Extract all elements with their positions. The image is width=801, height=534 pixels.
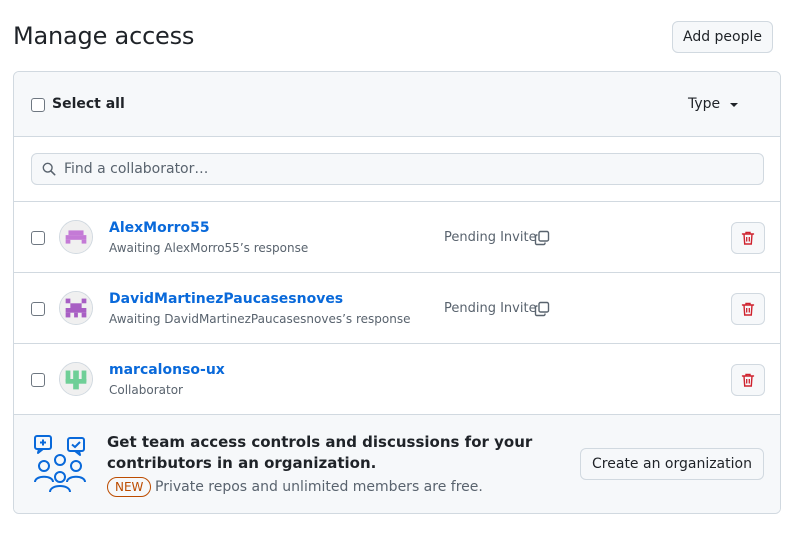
- avatar: [59, 291, 93, 325]
- remove-member-button[interactable]: [731, 293, 765, 325]
- page-title: Manage access: [13, 22, 195, 50]
- member-checkbox[interactable]: [31, 231, 45, 245]
- member-subtitle: Awaiting AlexMorro55’s response: [109, 241, 309, 255]
- remove-member-button[interactable]: [731, 222, 765, 254]
- member-username-link[interactable]: DavidMartinezPaucasesnoves: [109, 291, 343, 307]
- trash-icon: [741, 373, 755, 387]
- access-panel: Select all Type AlexMorro55 A: [13, 71, 781, 514]
- member-row: AlexMorro55 Awaiting AlexMorro55’s respo…: [14, 202, 780, 273]
- member-row: DavidMartinezPaucasesnoves Awaiting Davi…: [14, 273, 780, 344]
- people-discussion-illustration: [34, 435, 86, 493]
- search-input[interactable]: [64, 154, 754, 184]
- avatar: [59, 220, 93, 254]
- panel-header: Select all Type: [14, 72, 780, 137]
- select-all-checkbox[interactable]: [31, 98, 45, 112]
- member-subtitle: Awaiting DavidMartinezPaucasesnoves’s re…: [109, 312, 411, 326]
- remove-member-button[interactable]: [731, 364, 765, 396]
- member-subtitle: Collaborator: [109, 383, 183, 397]
- promo-title: Get team access controls and discussions…: [107, 433, 533, 472]
- member-checkbox[interactable]: [31, 302, 45, 316]
- create-organization-button[interactable]: Create an organization: [580, 448, 764, 480]
- member-username-link[interactable]: marcalonso-ux: [109, 362, 225, 378]
- type-filter-label: Type: [688, 96, 721, 112]
- avatar: [59, 362, 93, 396]
- copy-icon[interactable]: [534, 301, 550, 317]
- member-username-link[interactable]: AlexMorro55: [109, 220, 210, 236]
- organization-promo: Get team access controls and discussions…: [14, 415, 780, 513]
- search-icon: [42, 162, 56, 176]
- copy-icon[interactable]: [534, 230, 550, 246]
- search-row: [14, 137, 780, 202]
- add-people-button[interactable]: Add people: [672, 21, 773, 53]
- type-filter-dropdown[interactable]: Type: [688, 96, 739, 112]
- trash-icon: [741, 231, 755, 245]
- promo-note: Private repos and unlimited members are …: [155, 479, 483, 495]
- trash-icon: [741, 302, 755, 316]
- member-row: marcalonso-ux Collaborator: [14, 344, 780, 415]
- pending-invite-status: Pending Invite: [444, 301, 537, 316]
- member-checkbox[interactable]: [31, 373, 45, 387]
- select-all-label: Select all: [52, 96, 125, 112]
- pending-invite-status: Pending Invite: [444, 230, 537, 245]
- caret-down-icon: [730, 102, 739, 107]
- search-box[interactable]: [31, 153, 764, 185]
- new-badge: NEW: [107, 477, 152, 497]
